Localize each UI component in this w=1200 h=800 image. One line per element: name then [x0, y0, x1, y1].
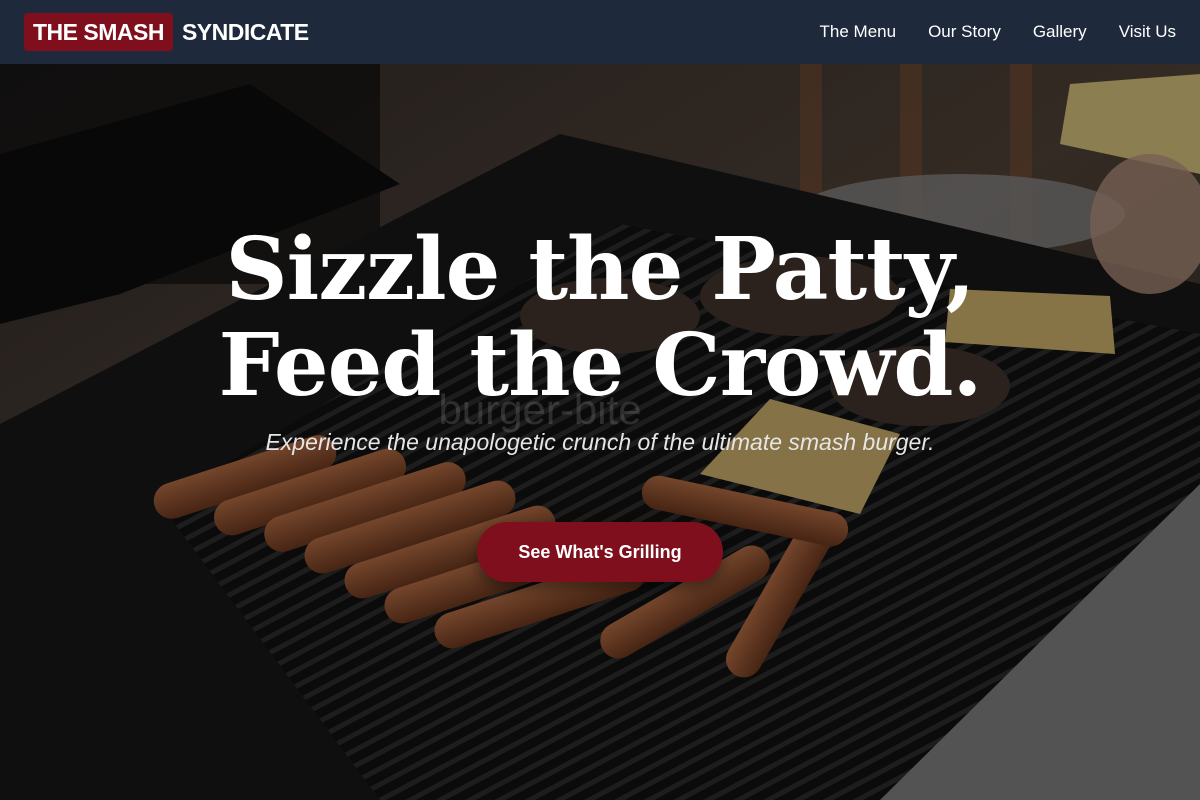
hero-title: Sizzle the Patty, Feed the Crowd.: [100, 222, 1100, 414]
nav-link-our-story[interactable]: Our Story: [928, 22, 1001, 42]
hero-section: burger-bite Sizzle the Patty, Feed the C…: [0, 64, 1200, 800]
hero-title-line-2: Feed the Crowd.: [218, 315, 983, 416]
hero-content: burger-bite Sizzle the Patty, Feed the C…: [0, 64, 1200, 800]
nav-link-visit-us[interactable]: Visit Us: [1119, 22, 1176, 42]
nav-link-gallery[interactable]: Gallery: [1033, 22, 1087, 42]
nav-link-menu[interactable]: The Menu: [820, 22, 897, 42]
brand-highlight: THE SMASH: [24, 13, 173, 51]
top-navigation: THE SMASH SYNDICATE The Menu Our Story G…: [0, 0, 1200, 64]
brand-logo[interactable]: THE SMASH SYNDICATE: [24, 13, 309, 51]
see-whats-grilling-button[interactable]: See What's Grilling: [477, 522, 723, 582]
nav-links: The Menu Our Story Gallery Visit Us: [788, 22, 1176, 42]
hero-title-line-1: Sizzle the Patty,: [225, 219, 976, 320]
hero-subtitle: Experience the unapologetic crunch of th…: [265, 429, 935, 455]
brand-name: SYNDICATE: [181, 19, 309, 45]
